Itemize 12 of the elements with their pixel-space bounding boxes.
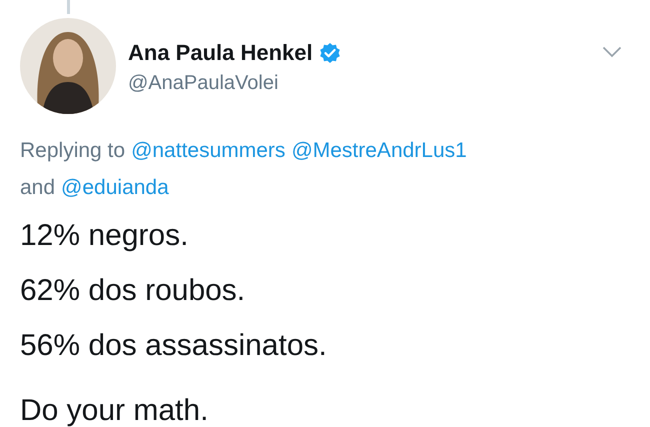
mention-link[interactable]: @MestreAndrLus1 (291, 132, 467, 169)
author-handle[interactable]: @AnaPaulaVolei (128, 72, 602, 95)
reply-label: and (20, 175, 56, 201)
chevron-down-icon[interactable] (602, 46, 622, 58)
reply-label: Replying to (20, 138, 126, 164)
mention-link[interactable]: @eduianda (61, 169, 169, 206)
author-name[interactable]: Ana Paula Henkel (128, 40, 313, 66)
tweet-text-line: 12% negros. (20, 218, 190, 253)
tweet-text-line: 62% dos roubos. (20, 273, 246, 308)
tweet-text-line: 56% dos assassinatos. (20, 328, 328, 363)
tweet-text-line: Do your math. (20, 393, 210, 427)
mention-link[interactable]: @nattesummers (131, 132, 286, 169)
